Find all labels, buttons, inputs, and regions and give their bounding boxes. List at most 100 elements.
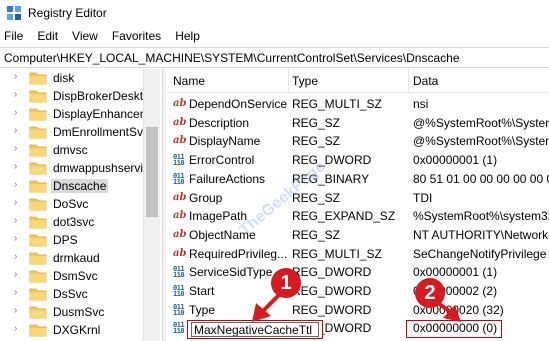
- tree-item[interactable]: › dmvsc: [0, 141, 142, 159]
- expand-chevron-icon[interactable]: ›: [14, 125, 17, 136]
- tree-item[interactable]: › DXGKrnl: [0, 321, 142, 339]
- value-row[interactable]: ab Description REG_SZ @%SystemRoot%\System: [167, 114, 549, 132]
- tree-item[interactable]: › DoSvc: [0, 195, 142, 213]
- value-type: REG_SZ: [292, 115, 341, 130]
- tree-scrollbar-thumb[interactable]: [146, 127, 158, 217]
- value-name: Description: [189, 115, 250, 130]
- folder-icon: [29, 324, 47, 337]
- value-row[interactable]: 011 110 Type REG_DWORD 0x00000020 (32): [167, 301, 549, 319]
- expand-chevron-icon[interactable]: ›: [14, 269, 17, 280]
- expand-chevron-icon[interactable]: ›: [14, 179, 17, 190]
- tree-scrollbar[interactable]: [143, 69, 160, 341]
- value-row[interactable]: ab DisplayName REG_SZ @%SystemRoot%\System: [167, 132, 549, 150]
- column-header-name[interactable]: Name: [173, 74, 205, 88]
- string-value-icon: ab: [173, 135, 187, 147]
- folder-icon: [29, 144, 47, 157]
- value-type: REG_MULTI_SZ: [292, 246, 382, 261]
- menu-view[interactable]: View: [72, 29, 98, 43]
- expand-chevron-icon[interactable]: ›: [14, 89, 17, 100]
- value-data: SeChangeNotifyPrivilege S: [413, 246, 549, 261]
- folder-icon: [29, 306, 47, 319]
- string-value-icon: ab: [173, 116, 187, 128]
- binary-value-icon: 011 110: [173, 302, 185, 317]
- tree-item[interactable]: › DusmSvc: [0, 303, 142, 321]
- folder-icon: [29, 270, 47, 283]
- string-value-icon: ab: [173, 210, 187, 222]
- value-type: REG_SZ: [292, 134, 341, 149]
- expand-chevron-icon[interactable]: ›: [14, 233, 17, 244]
- tree-item-label: DsmSvc: [53, 269, 98, 283]
- folder-icon: [29, 126, 47, 139]
- tree-item[interactable]: › dmwappushservi: [0, 159, 143, 177]
- expand-chevron-icon[interactable]: ›: [14, 71, 17, 82]
- value-row[interactable]: ab Group REG_SZ TDI: [167, 189, 549, 207]
- expand-chevron-icon[interactable]: ›: [14, 143, 17, 154]
- value-data: @%SystemRoot%\System: [413, 134, 549, 149]
- key-tree: › disk › DispBrokerDeskto › DisplayEnhancen › D…: [0, 69, 159, 341]
- tree-item-label: DusmSvc: [53, 305, 105, 319]
- string-value-icon: ab: [173, 191, 187, 203]
- tree-item-label: DisplayEnhancen: [53, 107, 147, 121]
- expand-chevron-icon[interactable]: ›: [14, 161, 17, 172]
- expand-chevron-icon[interactable]: ›: [14, 251, 17, 262]
- value-row[interactable]: 011 110 ErrorControl REG_DWORD 0x00000001 (1…: [167, 151, 549, 169]
- value-row[interactable]: ab RequiredPrivileg... REG_MULTI_SZ SeChang…: [167, 245, 549, 263]
- tree-item-label: DsSvc: [53, 287, 88, 301]
- step-badge-1: 1: [271, 268, 301, 298]
- value-type: REG_SZ: [292, 227, 341, 242]
- folder-icon: [29, 252, 47, 265]
- expand-chevron-icon[interactable]: ›: [14, 287, 17, 298]
- folder-icon: [29, 216, 47, 229]
- menu-help[interactable]: Help: [175, 29, 200, 43]
- tree-item[interactable]: › disk: [0, 69, 142, 87]
- value-name: DisplayName: [189, 134, 261, 149]
- value-name: Group: [189, 190, 223, 205]
- tree-item[interactable]: › drmkaud: [0, 249, 142, 267]
- value-row[interactable]: ab ImagePath REG_EXPAND_SZ %SystemRoot%\sys…: [167, 207, 549, 225]
- tree-item[interactable]: › Dnscache: [0, 177, 142, 195]
- tree-item[interactable]: › DispBrokerDeskto: [0, 87, 150, 105]
- value-type: REG_EXPAND_SZ: [292, 209, 396, 224]
- menu-edit[interactable]: Edit: [37, 29, 58, 43]
- rename-highlight: [187, 320, 323, 339]
- menu-bar: File Edit View Favorites Help: [0, 26, 549, 46]
- value-row[interactable]: ab DependOnService REG_MULTI_SZ nsi: [167, 95, 549, 113]
- column-header-data[interactable]: Data: [413, 74, 438, 88]
- value-row[interactable]: 011 110 Start REG_DWORD 0x00000002 (2): [167, 282, 549, 300]
- value-row[interactable]: 011 110 FailureActions REG_BINARY 80 51 01 0…: [167, 170, 549, 188]
- pane-splitter[interactable]: [162, 69, 166, 341]
- value-name-input[interactable]: [191, 322, 319, 337]
- menu-favorites[interactable]: Favorites: [112, 29, 161, 43]
- folder-icon: [29, 72, 47, 85]
- expand-chevron-icon[interactable]: ›: [14, 197, 17, 208]
- data-highlight: [406, 320, 502, 338]
- tree-item[interactable]: › DmEnrollmentSv: [0, 123, 143, 141]
- value-name: ErrorControl: [189, 153, 255, 168]
- tree-item[interactable]: › DPS: [0, 231, 142, 249]
- value-data: 0x00000001 (1): [413, 153, 498, 168]
- value-type: REG_MULTI_SZ: [292, 97, 382, 111]
- folder-icon: [29, 180, 47, 193]
- string-value-icon: ab: [173, 247, 187, 259]
- expand-chevron-icon[interactable]: ›: [14, 305, 17, 316]
- value-row[interactable]: ab ObjectName REG_SZ NT AUTHORITY\NetworkS: [167, 226, 549, 244]
- tree-item-label: DoSvc: [53, 197, 89, 211]
- column-separator[interactable]: [408, 69, 409, 93]
- tree-item[interactable]: › DsmSvc: [0, 267, 142, 285]
- column-header-type[interactable]: Type: [292, 74, 318, 88]
- address-bar[interactable]: Computer\HKEY_LOCAL_MACHINE\SYSTEM\Curre…: [0, 47, 549, 68]
- menu-file[interactable]: File: [4, 29, 23, 43]
- column-separator[interactable]: [288, 69, 289, 93]
- value-type: REG_DWORD: [292, 265, 372, 280]
- tree-item-label: dot3svc: [53, 215, 95, 229]
- value-row[interactable]: 011 110 ServiceSidType REG_DWORD 0x00000001 …: [167, 263, 549, 281]
- tree-item[interactable]: › DisplayEnhancen: [0, 105, 146, 123]
- folder-icon: [29, 162, 47, 175]
- expand-chevron-icon[interactable]: ›: [14, 107, 17, 118]
- tree-item-label: DPS: [53, 233, 78, 247]
- tree-item[interactable]: › DsSvc: [0, 285, 142, 303]
- tree-item[interactable]: › dot3svc: [0, 213, 142, 231]
- expand-chevron-icon[interactable]: ›: [14, 215, 17, 226]
- folder-icon: [29, 108, 47, 121]
- expand-chevron-icon[interactable]: ›: [14, 323, 17, 334]
